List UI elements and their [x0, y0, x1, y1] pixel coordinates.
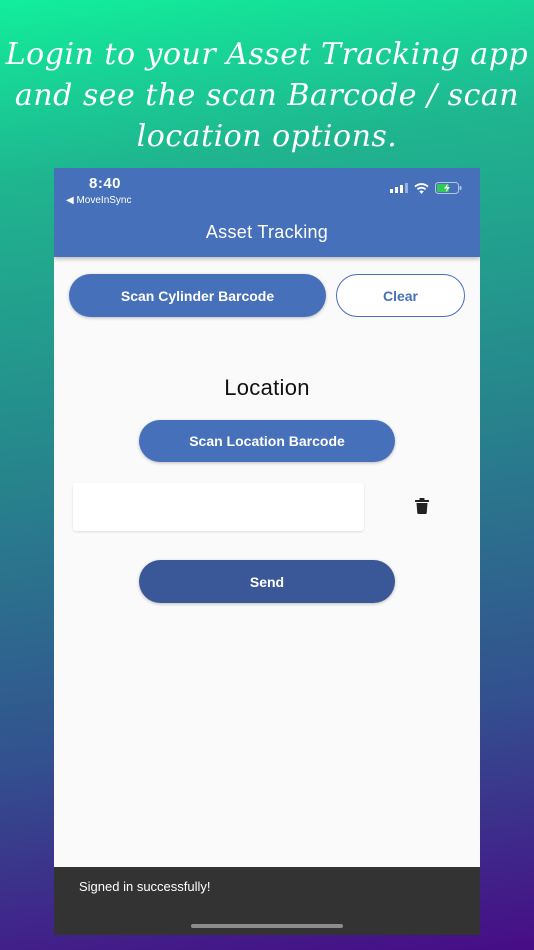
snackbar: Signed in successfully!	[54, 867, 480, 935]
app-bar: 8:40 ◀ MoveInSync Asset Tracking	[54, 168, 480, 257]
location-heading: Location	[224, 375, 310, 400]
signal-icon	[390, 183, 408, 193]
phone-screen: 8:40 ◀ MoveInSync Asset Tracking Scan Cy…	[54, 168, 480, 935]
battery-charging-icon	[435, 182, 462, 194]
scan-cylinder-barcode-button[interactable]: Scan Cylinder Barcode	[69, 274, 326, 317]
headline-line-2: and see the scan Barcode / scan	[14, 78, 520, 113]
wifi-icon	[414, 182, 429, 194]
send-button[interactable]: Send	[139, 560, 395, 603]
headline-line-1: Login to your Asset Tracking app	[5, 37, 529, 72]
home-indicator[interactable]	[191, 924, 343, 928]
location-field[interactable]	[73, 483, 364, 531]
status-time: 8:40	[89, 175, 122, 192]
scan-location-barcode-button[interactable]: Scan Location Barcode	[139, 420, 395, 462]
trash-icon[interactable]	[415, 498, 429, 514]
promo-headline: Login to your Asset Tracking app and see…	[0, 34, 534, 157]
back-to-app-link[interactable]: ◀ MoveInSync	[66, 195, 132, 206]
snackbar-message: Signed in successfully!	[79, 879, 211, 894]
app-title: Asset Tracking	[205, 222, 329, 242]
headline-line-3: location options.	[136, 119, 398, 154]
clear-button[interactable]: Clear	[336, 274, 465, 317]
status-icons	[390, 182, 462, 194]
